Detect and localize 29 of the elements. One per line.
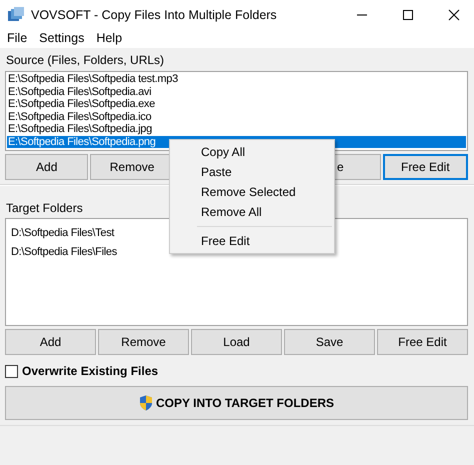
menu-item[interactable]: Settings — [39, 31, 84, 45]
menu-item[interactable]: Remove Selected — [170, 182, 334, 202]
menu-item[interactable]: File — [7, 31, 28, 45]
list-item[interactable]: E:\Softpedia Files\Softpedia.jpg — [7, 123, 466, 136]
action-button[interactable]: Add — [5, 329, 96, 355]
checkbox[interactable] — [5, 364, 18, 378]
action-button[interactable]: Remove — [98, 329, 189, 355]
action-button[interactable]: Free Edit — [382, 154, 468, 180]
menu-item[interactable]: Help — [96, 31, 122, 45]
shield-icon — [138, 395, 153, 411]
section-label: Source (Files, Folders, URLs) — [5, 52, 166, 69]
list-item[interactable]: E:\Softpedia Files\Softpedia.exe — [7, 98, 466, 110]
action-button[interactable]: Free Edit — [377, 329, 468, 355]
list-item[interactable]: E:\Softpedia Files\Softpedia.ico — [7, 110, 466, 123]
maximize-icon[interactable] — [402, 9, 414, 21]
list-item[interactable]: D:\Softpedia Files\Test — [10, 224, 114, 243]
action-button[interactable]: Load — [191, 329, 282, 355]
section-label: Target Folders — [5, 200, 84, 217]
action-button[interactable]: Add — [5, 154, 88, 180]
checkbox-label[interactable]: Overwrite Existing Files — [22, 364, 158, 378]
action-button[interactable]: Save — [284, 329, 375, 355]
app-icon — [7, 7, 25, 23]
menu-item[interactable]: Free Edit — [170, 231, 334, 251]
list-item[interactable]: D:\Softpedia Files\Files — [10, 243, 117, 262]
copy-button[interactable]: COPY INTO TARGET FOLDERS — [5, 386, 468, 420]
list-item[interactable]: E:\Softpedia Files\Softpedia test.mp3 — [7, 73, 466, 86]
window-title: VOVSOFT - Copy Files Into Multiple Folders — [31, 8, 277, 22]
list-item[interactable]: E:\Softpedia Files\Softpedia.avi — [7, 86, 466, 98]
close-icon[interactable] — [448, 9, 460, 21]
